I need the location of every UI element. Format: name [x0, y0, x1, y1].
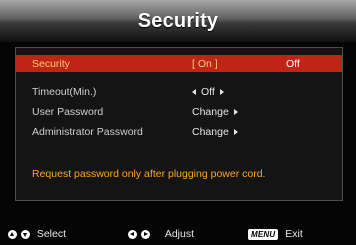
menu-item-label: User Password: [32, 106, 104, 118]
exit-hint: MENU Exit: [248, 228, 303, 240]
menu-key-icon: MENU: [248, 229, 279, 240]
security-off-option[interactable]: Off: [286, 58, 300, 70]
down-arrow-icon: [20, 229, 30, 239]
menu-item-security[interactable]: Security [ On ] Off: [16, 55, 342, 72]
timeout-value[interactable]: Off: [192, 86, 224, 98]
security-on-option[interactable]: [ On ]: [192, 58, 218, 70]
menu-item-timeout[interactable]: Timeout(Min.) Off: [16, 83, 342, 100]
info-note: Request password only after plugging pow…: [32, 168, 266, 180]
left-arrow-icon: [128, 229, 137, 239]
up-arrow-icon: [8, 229, 17, 239]
menu-item-admin-password[interactable]: Administrator Password Change: [16, 123, 342, 140]
menu-item-user-password[interactable]: User Password Change: [16, 103, 342, 120]
user-password-value[interactable]: Change: [192, 106, 238, 118]
arrow-right-icon: [233, 129, 238, 136]
security-menu-panel: Security [ On ] Off Timeout(Min.) Off Us…: [15, 47, 343, 201]
header-bar: Security: [0, 0, 356, 42]
menu-item-label: Timeout(Min.): [32, 86, 97, 98]
select-hint: Select: [8, 228, 66, 240]
arrow-right-icon: [233, 109, 238, 116]
adjust-hint: Adjust: [128, 228, 194, 240]
page-title: Security: [137, 9, 219, 32]
admin-password-value[interactable]: Change: [192, 126, 238, 138]
footer-hint-bar: Select Adjust MENU Exit: [0, 224, 356, 245]
menu-item-label: Administrator Password: [32, 126, 143, 138]
menu-item-label: Security: [32, 58, 70, 70]
arrow-right-icon: [219, 89, 224, 96]
arrow-left-icon: [192, 89, 196, 96]
right-arrow-icon: [140, 229, 150, 239]
